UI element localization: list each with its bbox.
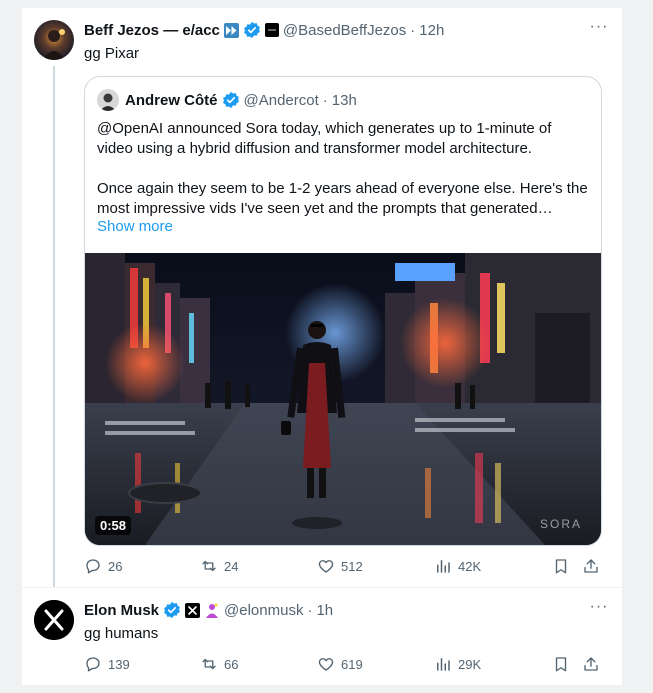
like-count: 512	[341, 558, 363, 574]
reply-icon	[86, 559, 100, 574]
separator-dot: ·	[307, 601, 313, 619]
views-chart-icon	[437, 560, 450, 573]
tweet-text: gg Pixar	[84, 45, 140, 62]
svg-text:SORA: SORA	[540, 517, 582, 531]
like-button[interactable]: 619	[317, 655, 363, 673]
views-chart-icon	[437, 658, 450, 671]
video-player[interactable]: SORA 0:58	[85, 253, 601, 545]
share-icon	[584, 657, 598, 671]
x-affiliate-badge-icon[interactable]	[185, 602, 201, 618]
repost-count: 24	[224, 558, 239, 574]
reply-count: 139	[108, 656, 130, 672]
like-count: 619	[341, 656, 363, 672]
share-button[interactable]	[582, 655, 606, 673]
repost-icon	[202, 560, 216, 572]
bookmark-icon	[555, 657, 567, 672]
views-button[interactable]: 42K	[434, 557, 481, 575]
reply-button[interactable]: 139	[84, 655, 130, 673]
tweet-beff-jezos[interactable]: Beff Jezos — e/acc @BasedBeffJezos · 12h…	[22, 8, 622, 587]
avatar[interactable]	[34, 600, 74, 640]
reply-count: 26	[108, 558, 123, 574]
video-thumbnail: SORA	[85, 253, 601, 545]
reply-button[interactable]: 26	[84, 557, 122, 575]
more-options-icon[interactable]: ···	[588, 18, 610, 40]
handle[interactable]: @elonmusk	[224, 602, 303, 619]
heart-icon	[318, 560, 334, 573]
quoted-tweet[interactable]: Andrew Côté @Andercot · 13h @OpenAI anno…	[84, 76, 602, 546]
quote-avatar[interactable]	[97, 89, 119, 111]
repost-icon	[202, 658, 216, 670]
repost-button[interactable]: 24	[200, 557, 238, 575]
tweet-elon-musk[interactable]: Elon Musk @elonmusk · 1h ··· gg humans 1…	[22, 587, 622, 685]
avatar[interactable]	[34, 20, 74, 60]
like-button[interactable]: 512	[317, 557, 363, 575]
views-count: 42K	[458, 558, 482, 574]
tweet-actions: 26 24 512 42K	[84, 556, 610, 576]
bookmark-button[interactable]	[552, 655, 576, 673]
display-name[interactable]: Elon Musk	[84, 602, 159, 619]
x-logo-icon	[34, 600, 74, 640]
timeline-feed: Beff Jezos — e/acc @BasedBeffJezos · 12h…	[22, 8, 622, 685]
display-name[interactable]: Beff Jezos — e/acc	[84, 22, 220, 39]
heart-icon	[318, 658, 334, 671]
person-emoji-icon	[204, 602, 220, 618]
timestamp[interactable]: 1h	[316, 602, 333, 619]
quote-handle[interactable]: @Andercot	[244, 92, 319, 109]
timestamp[interactable]: 12h	[419, 22, 444, 39]
handle[interactable]: @BasedBeffJezos	[283, 22, 406, 39]
bookmark-button[interactable]	[552, 557, 576, 575]
tweet-header: Beff Jezos — e/acc @BasedBeffJezos · 12h	[84, 20, 610, 40]
repost-count: 66	[224, 656, 239, 672]
quote-text: @OpenAI announced Sora today, which gene…	[97, 119, 591, 219]
quote-paragraph-2: Once again they seem to be 1-2 years ahe…	[97, 180, 588, 217]
quote-timestamp[interactable]: 13h	[332, 92, 357, 109]
bookmark-icon	[555, 559, 567, 574]
flag-badge-icon	[264, 23, 279, 37]
tweet-actions: 139 66 619 29K	[84, 654, 610, 674]
verified-badge-icon[interactable]	[163, 601, 181, 619]
verified-badge-icon[interactable]	[243, 21, 261, 39]
video-duration: 0:58	[95, 516, 132, 535]
quote-paragraph-1: @OpenAI announced Sora today, which gene…	[97, 120, 552, 157]
reply-icon	[86, 657, 100, 672]
share-button[interactable]	[582, 557, 606, 575]
quote-display-name[interactable]: Andrew Côté	[125, 92, 218, 109]
fast-forward-emoji-icon	[223, 22, 239, 38]
verified-badge-icon[interactable]	[222, 91, 240, 109]
show-more-link[interactable]: Show more	[97, 218, 173, 235]
tweet-header: Elon Musk @elonmusk · 1h	[84, 600, 610, 620]
tweet-text: gg humans	[84, 625, 159, 642]
thread-line	[53, 66, 55, 587]
more-options-icon[interactable]: ···	[588, 598, 610, 620]
views-count: 29K	[458, 656, 482, 672]
views-button[interactable]: 29K	[434, 655, 481, 673]
quote-header: Andrew Côté @Andercot · 13h	[97, 89, 357, 111]
separator-dot: ·	[410, 21, 416, 39]
repost-button[interactable]: 66	[200, 655, 238, 673]
share-icon	[584, 559, 598, 573]
separator-dot: ·	[322, 91, 328, 109]
